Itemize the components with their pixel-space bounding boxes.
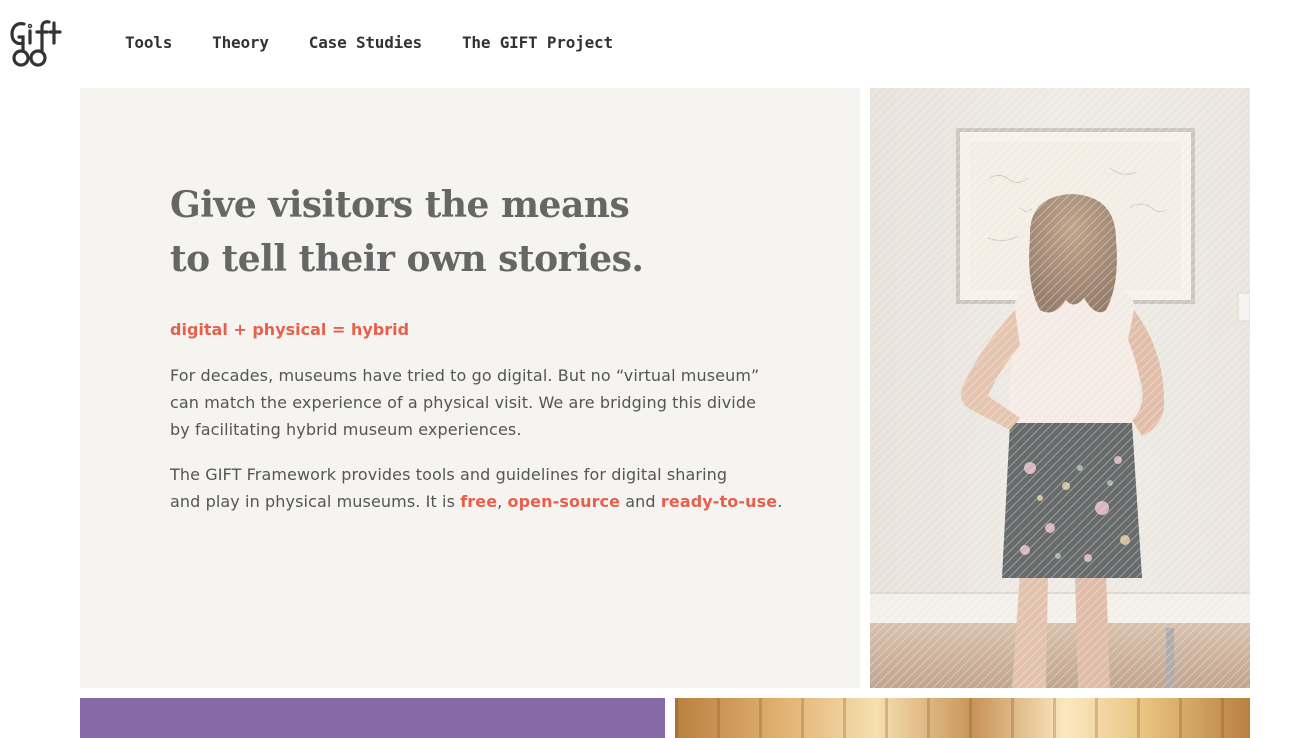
hero-panel: Give visitors the means to tell their ow… bbox=[80, 88, 860, 688]
framework-line-2-text: and play in physical museums. It is bbox=[170, 492, 461, 511]
separator-and: and bbox=[620, 492, 661, 511]
site-header: Tools Theory Case Studies The GIFT Proje… bbox=[0, 0, 1290, 88]
framework-line-2: and play in physical museums. It is free… bbox=[170, 488, 783, 515]
main-nav: Tools Theory Case Studies The GIFT Proje… bbox=[125, 33, 653, 53]
intro-line-1: For decades, museums have tried to go di… bbox=[170, 366, 760, 385]
open-source-link[interactable]: open-source bbox=[508, 492, 621, 511]
intro-line-2: can match the experience of a physical v… bbox=[170, 393, 757, 412]
intro-paragraph: For decades, museums have tried to go di… bbox=[170, 362, 780, 443]
hero-title-line-1: Give visitors the means bbox=[170, 184, 630, 226]
purple-feature-block bbox=[80, 698, 665, 738]
museum-photo-block bbox=[675, 698, 1250, 738]
visitor-viewing-artwork-image bbox=[870, 88, 1250, 688]
hero-photo bbox=[870, 88, 1250, 688]
framework-line-1: The GIFT Framework provides tools and gu… bbox=[170, 465, 728, 484]
gift-logo[interactable] bbox=[10, 18, 62, 68]
framework-paragraph: The GIFT Framework provides tools and gu… bbox=[170, 461, 783, 515]
hero-title-line-2: to tell their own stories. bbox=[170, 238, 644, 280]
period: . bbox=[777, 492, 783, 511]
hero-tagline: digital + physical = hybrid bbox=[170, 320, 410, 339]
nav-theory[interactable]: Theory bbox=[212, 33, 269, 53]
nav-tools[interactable]: Tools bbox=[125, 33, 172, 53]
gift-logo-icon bbox=[10, 20, 62, 67]
intro-line-3: by facilitating hybrid museum experience… bbox=[170, 420, 522, 439]
free-link[interactable]: free bbox=[460, 492, 497, 511]
nav-case-studies[interactable]: Case Studies bbox=[309, 33, 422, 53]
nav-gift-project[interactable]: The GIFT Project bbox=[462, 33, 613, 53]
ready-to-use-link[interactable]: ready-to-use bbox=[661, 492, 777, 511]
separator-comma: , bbox=[497, 492, 508, 511]
hero-title: Give visitors the means to tell their ow… bbox=[170, 178, 690, 286]
